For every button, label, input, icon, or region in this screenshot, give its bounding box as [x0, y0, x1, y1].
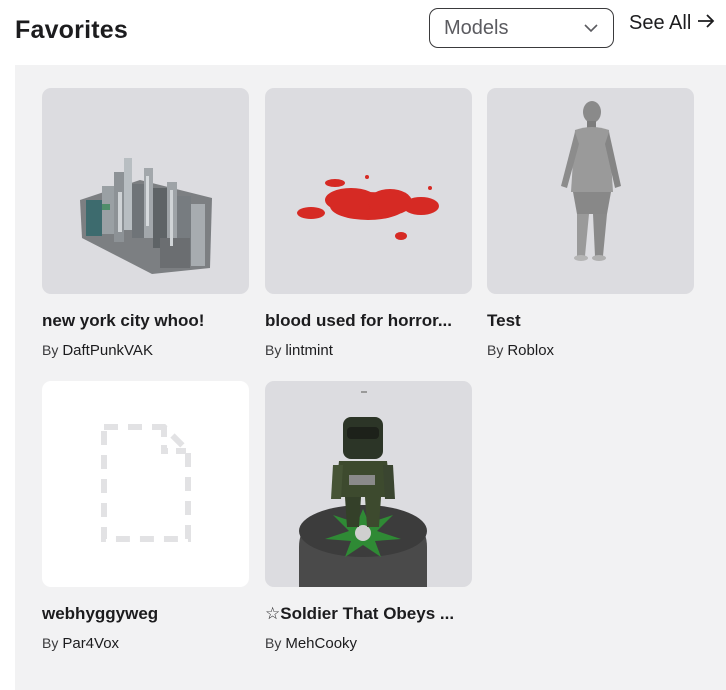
creator-link[interactable]: MehCooky [285, 635, 357, 652]
by-label: By [42, 342, 59, 358]
filter-dropdown[interactable]: Models [429, 8, 614, 48]
item-card[interactable]: blood used for horror... By lintmint [265, 88, 472, 359]
creator-link[interactable]: Par4Vox [62, 635, 119, 652]
item-name[interactable]: webhyggyweg [42, 604, 249, 624]
item-thumbnail[interactable] [487, 88, 694, 294]
placeholder-file-icon [101, 424, 191, 542]
item-card[interactable]: ☆Soldier That Obeys ... By MehCooky [265, 381, 472, 652]
item-creator: By DaftPunkVAK [42, 342, 249, 359]
creator-link[interactable]: Roblox [507, 342, 554, 359]
filter-selected-value: Models [444, 16, 509, 39]
see-all-link[interactable]: See All [629, 12, 715, 35]
item-thumbnail[interactable] [42, 88, 249, 294]
chevron-down-icon [583, 23, 599, 33]
city-model-image [80, 158, 212, 274]
item-thumbnail[interactable] [265, 381, 472, 587]
item-thumbnail[interactable] [42, 381, 249, 587]
item-card[interactable]: webhyggyweg By Par4Vox [42, 381, 249, 652]
item-thumbnail[interactable] [265, 88, 472, 294]
item-creator: By Roblox [487, 342, 694, 359]
item-name[interactable]: blood used for horror... [265, 311, 472, 331]
by-label: By [265, 342, 282, 358]
creator-link[interactable]: lintmint [285, 342, 333, 359]
item-creator: By MehCooky [265, 635, 472, 652]
by-label: By [42, 635, 59, 651]
page-title: Favorites [15, 16, 128, 44]
see-all-label: See All [629, 12, 692, 34]
blood-splatter-image [297, 175, 439, 240]
item-creator: By lintmint [265, 342, 472, 359]
item-name[interactable]: Test [487, 311, 694, 331]
item-name[interactable]: ☆Soldier That Obeys ... [265, 604, 472, 624]
arrow-right-icon [697, 12, 715, 35]
favorites-grid: new york city whoo! By DaftPunkVAK blood… [15, 65, 726, 690]
item-name[interactable]: new york city whoo! [42, 311, 249, 331]
by-label: By [265, 635, 282, 651]
item-card[interactable]: Test By Roblox [487, 88, 694, 359]
item-creator: By Par4Vox [42, 635, 249, 652]
soldier-on-pedestal-image [299, 391, 427, 587]
by-label: By [487, 342, 504, 358]
gray-mannequin-image [561, 101, 621, 261]
item-card[interactable]: new york city whoo! By DaftPunkVAK [42, 88, 249, 359]
creator-link[interactable]: DaftPunkVAK [62, 342, 153, 359]
